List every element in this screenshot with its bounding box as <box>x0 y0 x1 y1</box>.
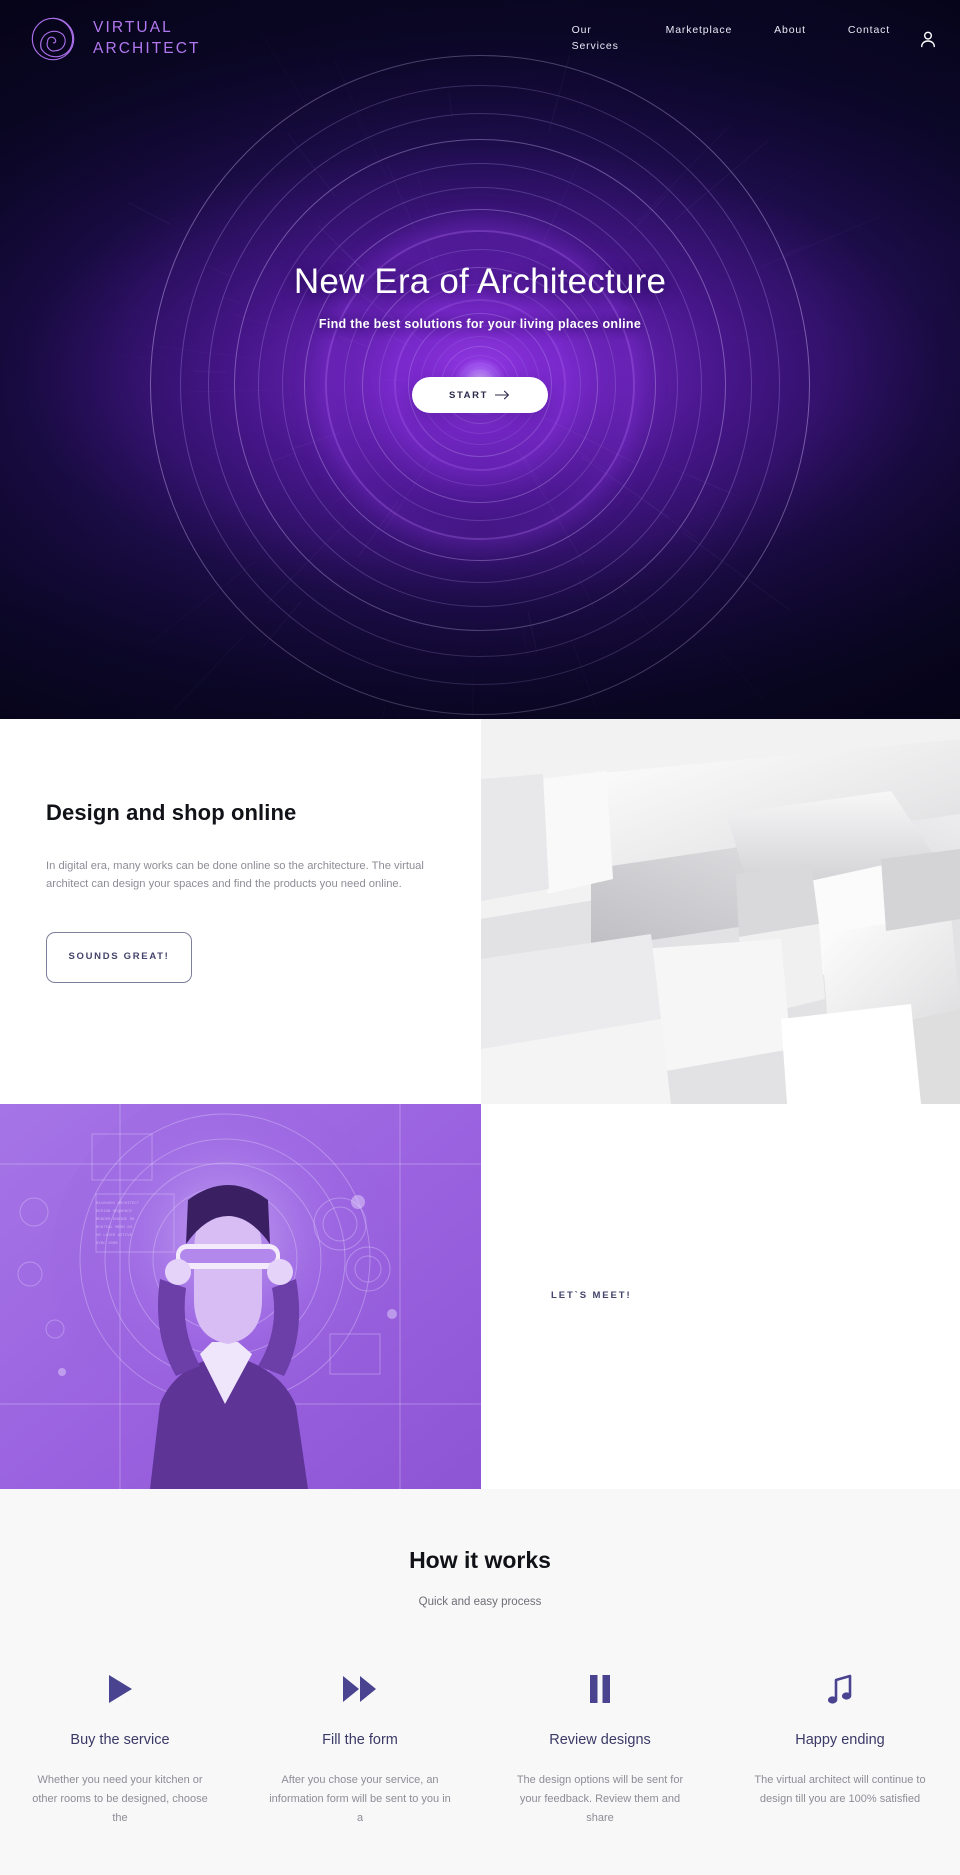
step-fill-the-form: Fill the form After you chose your servi… <box>240 1672 480 1828</box>
sounds-great-button[interactable]: SOUNDS GREAT! <box>46 932 192 983</box>
user-icon[interactable] <box>918 29 938 49</box>
step-title: Review designs <box>506 1732 694 1748</box>
white-abstract-shapes <box>481 719 960 1104</box>
spiral-icon <box>26 12 80 66</box>
logo-line-1: VIRTUAL <box>93 18 201 39</box>
design-and-shop-section: Design and shop online In digital era, m… <box>0 719 960 1104</box>
step-buy-the-service: Buy the service Whether you need your ki… <box>0 1672 240 1828</box>
svg-text:RENDER ENGINE OK: RENDER ENGINE OK <box>96 1218 135 1222</box>
step-text: The design options will be sent for your… <box>506 1771 694 1828</box>
step-review-designs: Review designs The design options will b… <box>480 1672 720 1828</box>
lets-meet-label[interactable]: LET`S MEET! <box>551 1288 632 1305</box>
lets-meet-section: 01101001 ARCHITECT DESIGN SEQUENCE RENDER… <box>0 1104 960 1489</box>
start-button[interactable]: START <box>412 377 548 413</box>
architecture-image <box>481 719 960 1104</box>
how-it-works-heading: How it works <box>0 1547 960 1574</box>
nav-item-about[interactable]: About <box>774 23 806 39</box>
nav-item-contact[interactable]: Contact <box>848 23 890 39</box>
svg-text:SYNC 100%: SYNC 100% <box>96 1242 118 1246</box>
logo[interactable]: VIRTUAL ARCHITECT <box>26 12 201 66</box>
logo-text: VIRTUAL ARCHITECT <box>93 18 201 60</box>
step-happy-ending: Happy ending The virtual architect will … <box>720 1672 960 1828</box>
main-nav: Our Services Marketplace About Contact <box>572 23 936 55</box>
play-icon <box>26 1672 214 1706</box>
logo-line-2: ARCHITECT <box>93 39 201 60</box>
step-text: Whether you need your kitchen or other r… <box>26 1771 214 1828</box>
hero-section: VIRTUAL ARCHITECT Our Services Marketpla… <box>0 0 960 719</box>
svg-text:SPATIAL MESH 04: SPATIAL MESH 04 <box>96 1226 133 1230</box>
svg-text:DESIGN SEQUENCE: DESIGN SEQUENCE <box>96 1210 133 1214</box>
nav-item-marketplace[interactable]: Marketplace <box>666 23 733 39</box>
steps-row: Buy the service Whether you need your ki… <box>0 1672 960 1828</box>
lets-meet-panel: LET`S MEET! <box>481 1104 960 1489</box>
step-title: Happy ending <box>746 1732 934 1748</box>
step-title: Fill the form <box>266 1732 454 1748</box>
pause-icon <box>506 1672 694 1706</box>
start-button-label: START <box>449 390 488 401</box>
fast-forward-icon <box>266 1672 454 1706</box>
design-body: In digital era, many works can be done o… <box>46 857 438 893</box>
arrow-right-icon <box>495 390 511 400</box>
how-it-works-subheading: Quick and easy process <box>0 1596 960 1608</box>
site-header: VIRTUAL ARCHITECT Our Services Marketpla… <box>0 0 960 78</box>
hero-vignette <box>0 0 960 719</box>
design-heading: Design and shop online <box>46 800 481 826</box>
design-text-panel: Design and shop online In digital era, m… <box>0 719 481 1104</box>
music-note-icon <box>746 1672 934 1706</box>
step-text: The virtual architect will continue to d… <box>746 1771 934 1809</box>
step-text: After you chose your service, an informa… <box>266 1771 454 1828</box>
svg-text:VR LAYER ACTIVE: VR LAYER ACTIVE <box>96 1234 133 1238</box>
vr-image: 01101001 ARCHITECT DESIGN SEQUENCE RENDER… <box>0 1104 481 1489</box>
vr-woman-illustration: 01101001 ARCHITECT DESIGN SEQUENCE RENDER… <box>0 1104 481 1489</box>
how-it-works-section: How it works Quick and easy process Buy … <box>0 1489 960 1875</box>
svg-text:01101001 ARCHITECT: 01101001 ARCHITECT <box>96 1202 140 1206</box>
step-title: Buy the service <box>26 1732 214 1748</box>
nav-item-our-services[interactable]: Our Services <box>572 23 624 55</box>
